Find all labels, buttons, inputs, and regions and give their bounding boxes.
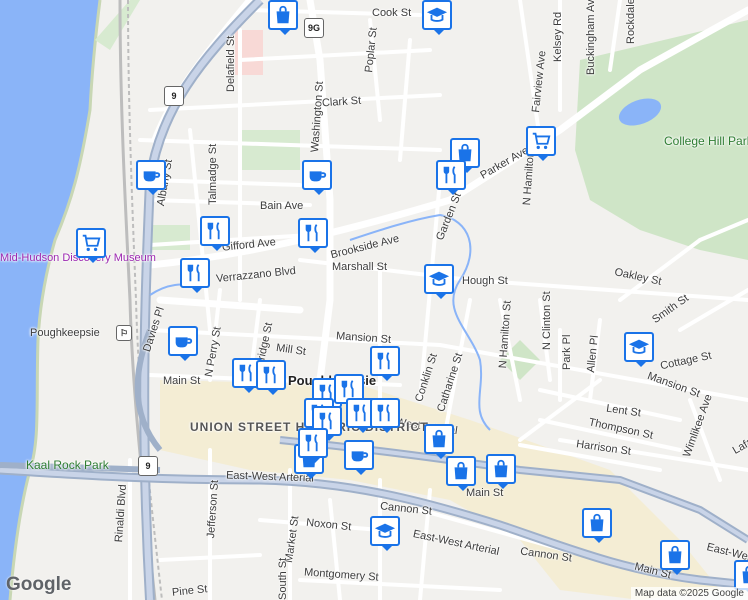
- park-label-college-hill: College Hill Park: [664, 134, 748, 148]
- street-label: N Clinton St: [541, 291, 553, 350]
- restaurant-icon[interactable]: [298, 218, 328, 253]
- street-label: South St: [277, 557, 289, 600]
- map-base-layer: [0, 0, 748, 600]
- shopping-bag-icon[interactable]: [486, 454, 516, 489]
- shopping-bag-icon[interactable]: [734, 560, 748, 595]
- coffee-cup-icon[interactable]: [302, 160, 332, 195]
- google-logo: Google: [6, 574, 72, 595]
- shopping-bag-icon[interactable]: [660, 540, 690, 575]
- route-shield-9g: 9G: [304, 18, 324, 38]
- street-label: Delafield St: [225, 35, 237, 92]
- museum-label: Mid-Hudson Discovery Museum: [0, 252, 156, 264]
- train-station-icon: ⚐: [116, 325, 132, 341]
- map-credit: Map data ©2025 Google: [630, 587, 748, 600]
- route-shield-9: 9: [164, 86, 184, 106]
- school-icon[interactable]: [624, 332, 654, 367]
- restaurant-icon[interactable]: [256, 360, 286, 395]
- street-label: Buckingham Ave: [585, 0, 597, 75]
- restaurant-icon[interactable]: [370, 398, 400, 433]
- street-label: Hough St: [462, 275, 508, 287]
- school-icon[interactable]: [424, 264, 454, 299]
- school-icon[interactable]: [422, 0, 452, 35]
- street-label: Rockdale Ave: [625, 0, 637, 44]
- coffee-cup-icon[interactable]: [136, 160, 166, 195]
- shopping-bag-icon[interactable]: [268, 0, 298, 35]
- shopping-cart-icon[interactable]: [76, 228, 106, 263]
- coffee-cup-icon[interactable]: [344, 440, 374, 475]
- restaurant-icon[interactable]: [298, 428, 328, 463]
- street-label: Main St: [466, 487, 504, 499]
- shopping-bag-icon[interactable]: [424, 424, 454, 459]
- restaurant-icon[interactable]: [370, 346, 400, 381]
- street-label: Park Pl: [561, 334, 573, 370]
- street-label: Kelsey Rd: [552, 11, 564, 62]
- coffee-cup-icon[interactable]: [168, 326, 198, 361]
- shopping-cart-icon[interactable]: [526, 126, 556, 161]
- street-label: Talmadge St: [207, 143, 219, 205]
- school-icon[interactable]: [370, 516, 400, 551]
- street-label: Bain Ave: [260, 200, 304, 212]
- shopping-bag-icon[interactable]: [446, 456, 476, 491]
- restaurant-icon[interactable]: [200, 216, 230, 251]
- shopping-bag-icon[interactable]: [582, 508, 612, 543]
- park-label-kaal-rock: Kaal Rock Park: [26, 458, 109, 472]
- route-shield-9: 9: [138, 456, 158, 476]
- street-label: Marshall St: [332, 261, 388, 273]
- station-label: Poughkeepsie: [30, 327, 100, 339]
- street-label: Main St: [163, 375, 201, 387]
- restaurant-icon[interactable]: [436, 160, 466, 195]
- district-label: UNION STREET HISTORIC DISTRICT: [190, 420, 427, 434]
- restaurant-icon[interactable]: [180, 258, 210, 293]
- street-label: Cook St: [372, 7, 412, 19]
- map-canvas[interactable]: Cook St Poplar St Clark St Delafield St …: [0, 0, 748, 600]
